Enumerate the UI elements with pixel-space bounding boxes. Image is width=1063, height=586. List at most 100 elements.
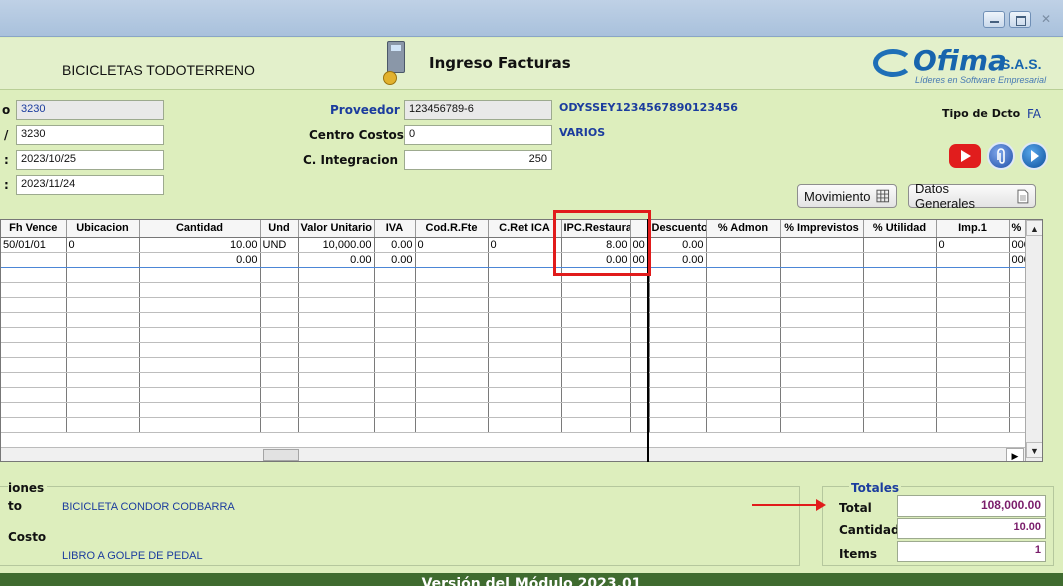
table-cell[interactable] (374, 297, 416, 313)
scroll-down-icon[interactable]: ▼ (1026, 442, 1042, 458)
document-number-field[interactable]: 3230 (16, 100, 164, 120)
table-cell[interactable] (260, 282, 299, 298)
table-cell[interactable] (139, 327, 261, 343)
table-cell[interactable] (374, 372, 416, 388)
table-cell[interactable] (66, 282, 140, 298)
datos-generales-button[interactable]: Datos Generales (908, 181, 1036, 211)
table-cell[interactable] (863, 417, 937, 433)
play-icon[interactable] (1020, 142, 1048, 170)
table-cell[interactable] (561, 372, 631, 388)
table-cell[interactable] (415, 387, 489, 403)
table-cell[interactable] (66, 327, 140, 343)
table-cell[interactable] (374, 327, 416, 343)
table-cell[interactable] (260, 372, 299, 388)
table-cell[interactable] (415, 297, 489, 313)
table-cell[interactable] (936, 357, 1010, 373)
table-cell[interactable] (139, 342, 261, 358)
table-cell[interactable] (139, 312, 261, 328)
table-cell[interactable] (139, 267, 261, 283)
table-cell[interactable] (139, 282, 261, 298)
table-cell[interactable]: 0 (936, 237, 1010, 253)
table-cell[interactable] (488, 417, 562, 433)
table-cell[interactable] (863, 387, 937, 403)
column-header[interactable]: Fh Vence (1, 220, 67, 238)
table-cell[interactable] (1, 282, 67, 298)
table-cell[interactable] (863, 282, 937, 298)
table-cell[interactable] (488, 282, 562, 298)
table-row[interactable] (1, 387, 1030, 403)
column-header[interactable]: Cod.R.Fte (415, 220, 489, 238)
table-cell[interactable] (649, 372, 707, 388)
table-cell[interactable] (66, 312, 140, 328)
table-cell[interactable] (298, 357, 375, 373)
table-cell[interactable] (780, 372, 864, 388)
table-cell[interactable] (706, 267, 781, 283)
table-cell[interactable] (374, 417, 416, 433)
column-header[interactable]: Valor Unitario (298, 220, 375, 238)
table-cell[interactable] (780, 267, 864, 283)
table-cell[interactable] (260, 297, 299, 313)
table-cell[interactable] (706, 387, 781, 403)
column-header[interactable]: Und (260, 220, 299, 238)
table-row[interactable] (1, 357, 1030, 373)
table-cell[interactable] (415, 417, 489, 433)
table-cell[interactable] (936, 252, 1010, 268)
table-cell[interactable] (649, 387, 707, 403)
table-cell[interactable] (863, 402, 937, 418)
vertical-scrollbar[interactable]: ▲ ▼ (1025, 220, 1042, 461)
table-cell[interactable] (260, 402, 299, 418)
table-cell[interactable] (139, 297, 261, 313)
table-cell[interactable] (415, 372, 489, 388)
table-cell[interactable] (415, 267, 489, 283)
table-cell[interactable] (260, 252, 299, 268)
consecutive-field[interactable]: 3230 (16, 125, 164, 145)
table-cell[interactable] (260, 387, 299, 403)
table-cell[interactable] (488, 357, 562, 373)
table-cell[interactable] (66, 417, 140, 433)
table-cell[interactable] (66, 342, 140, 358)
table-cell[interactable] (298, 267, 375, 283)
table-row[interactable] (1, 327, 1030, 343)
table-cell[interactable] (780, 387, 864, 403)
date-field[interactable]: 2023/10/25 (16, 150, 164, 170)
table-cell[interactable]: 10,000.00 (298, 237, 375, 253)
table-cell[interactable] (936, 402, 1010, 418)
table-cell[interactable] (649, 282, 707, 298)
table-cell[interactable] (863, 237, 937, 253)
column-header[interactable]: IVA (374, 220, 416, 238)
table-cell[interactable] (936, 387, 1010, 403)
close-button[interactable]: ✕ (1035, 11, 1057, 28)
table-row[interactable]: 50/01/01 0 10.00 UND 10,000.00 0.00 0 0 8.00 00 0.… (1, 237, 1030, 253)
table-cell[interactable] (488, 297, 562, 313)
table-cell[interactable] (139, 372, 261, 388)
table-cell[interactable] (488, 312, 562, 328)
table-cell[interactable] (780, 342, 864, 358)
table-cell[interactable] (66, 387, 140, 403)
table-cell[interactable] (649, 342, 707, 358)
table-cell[interactable] (863, 252, 937, 268)
table-cell[interactable] (649, 312, 707, 328)
table-cell[interactable] (780, 417, 864, 433)
table-row[interactable] (1, 342, 1030, 358)
table-cell[interactable] (1, 252, 67, 268)
integracion-field[interactable]: 250 (404, 150, 552, 170)
table-row[interactable] (1, 267, 1030, 283)
table-cell[interactable] (863, 267, 937, 283)
table-cell[interactable] (1, 357, 67, 373)
table-cell[interactable] (561, 387, 631, 403)
table-cell[interactable] (561, 282, 631, 298)
table-cell[interactable] (1, 387, 67, 403)
table-cell[interactable] (488, 267, 562, 283)
table-cell[interactable] (780, 282, 864, 298)
table-cell[interactable] (298, 327, 375, 343)
column-header[interactable]: Imp.1 (936, 220, 1010, 238)
table-cell[interactable] (298, 387, 375, 403)
table-row[interactable]: 0.00 0.00 0.00 0.00 00 0.00 000 (1, 252, 1030, 268)
table-cell[interactable] (780, 327, 864, 343)
table-cell[interactable] (561, 342, 631, 358)
table-cell[interactable] (139, 357, 261, 373)
table-cell[interactable]: 0.00 (374, 252, 416, 268)
table-cell[interactable] (706, 342, 781, 358)
table-cell[interactable] (374, 267, 416, 283)
table-cell[interactable] (488, 372, 562, 388)
